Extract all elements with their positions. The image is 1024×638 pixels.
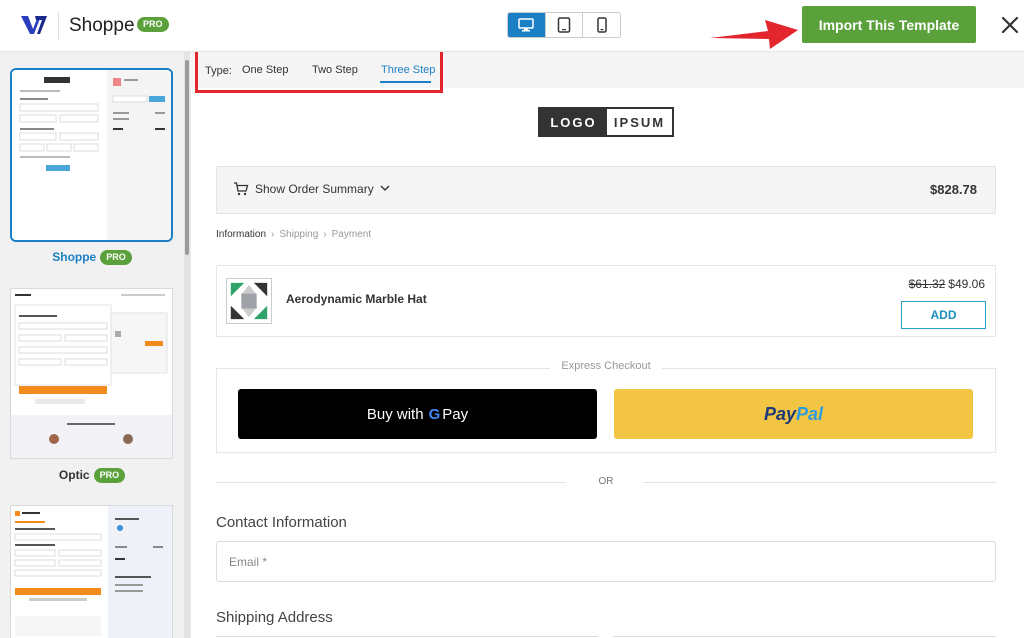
template-thumbnail-shoppe[interactable] [10,68,173,242]
gpay-pay-text: Pay [442,405,469,423]
order-summary-label: Show Order Summary [255,182,374,196]
order-total: $828.78 [930,182,977,197]
template-thumbnail-third[interactable] [10,505,173,638]
breadcrumb-shipping[interactable]: Shipping [279,229,318,240]
logo-right-text: IPSUM [613,114,666,130]
shipping-address-heading: Shipping Address [216,609,333,626]
paypal-logo-pal: Pal [796,403,824,424]
logo-left-text: LOGO [540,109,607,135]
product-name: Aerodynamic Marble Hat [286,292,427,306]
email-field[interactable] [216,541,996,582]
highlight-box [195,52,443,93]
desktop-view-button[interactable] [508,13,546,37]
breadcrumb-information[interactable]: Information [216,229,266,240]
gpay-prefix: Buy with [366,405,424,423]
thumbnail-preview [12,70,171,240]
chevron-right-icon: › [271,229,275,240]
mobile-view-button[interactable] [583,13,620,37]
breadcrumb: Information › Shipping › Payment [216,229,371,240]
top-bar: Shoppe PRO Import This Template [0,0,1024,52]
breadcrumb-payment[interactable]: Payment [332,229,371,240]
product-image [226,278,272,324]
express-checkout-label: Express Checkout [550,360,662,372]
thumbnail-preview [11,506,172,638]
cart-icon [234,182,249,196]
divider-left [216,482,566,483]
store-logo: LOGO IPSUM [538,107,674,137]
device-switcher [507,12,621,38]
template-sidebar: Shoppe PRO Optic PRO [0,52,190,638]
chevron-right-icon: › [323,229,327,240]
add-product-button[interactable]: ADD [901,301,986,329]
google-g-icon: G [428,405,441,423]
pro-badge: PRO [100,250,132,265]
old-price: $61.32 [908,277,946,291]
template-name-shoppe[interactable]: Shoppe PRO [0,250,184,265]
template-name-optic[interactable]: Optic PRO [0,468,184,483]
desktop-icon [518,18,535,32]
template-title: Shoppe [69,15,135,36]
order-summary-toggle[interactable]: Show Order Summary $828.78 [216,166,996,214]
product-price: $61.32 $49.06 [909,277,985,291]
paypal-button[interactable]: Pay Pal [614,389,973,439]
google-pay-button[interactable]: Buy with G Pay [238,389,597,439]
pro-badge: PRO [93,468,126,483]
brand-logo-icon [21,16,47,34]
pro-badge: PRO [137,17,169,32]
template-thumbnail-optic[interactable] [10,288,173,459]
import-template-button[interactable]: Import This Template [802,6,976,43]
tablet-icon [557,17,571,33]
sidebar-scrollbar-thumb[interactable] [185,60,189,255]
preview-area: Type: One Step Two Step Three Step LOGO … [190,52,1024,638]
mobile-icon [596,17,607,33]
sale-price: $49.06 [948,277,985,291]
chevron-down-icon [380,185,390,191]
tablet-view-button[interactable] [545,13,584,37]
paypal-logo-pay: Pay [763,403,796,424]
divider-right [643,482,996,483]
close-icon[interactable] [998,13,1022,37]
or-separator: OR [598,476,614,487]
title-divider [58,12,59,40]
product-row: Aerodynamic Marble Hat $61.32 $49.06 ADD [216,265,996,337]
red-arrow-icon [710,20,798,49]
contact-information-heading: Contact Information [216,514,347,531]
thumbnail-preview [11,289,172,458]
template-preview-app: Shoppe PRO Import This Template Shoppe P… [0,0,1024,638]
